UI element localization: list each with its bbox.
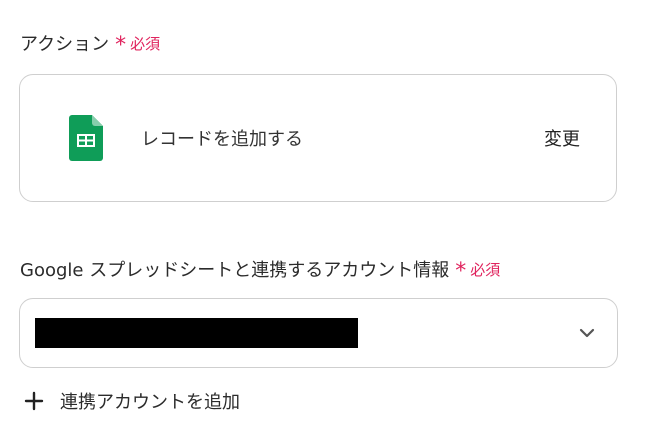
account-select[interactable] <box>19 298 618 368</box>
required-badge: 必須 <box>470 260 501 279</box>
required-asterisk: * <box>455 259 467 284</box>
required-badge: 必須 <box>130 34 161 53</box>
account-section-label: Google スプレッドシートと連携するアカウント情報 * 必須 <box>20 256 501 284</box>
action-label-text: アクション <box>20 34 110 55</box>
redacted-account-value <box>35 318 358 348</box>
google-sheets-icon <box>69 115 103 161</box>
account-label-text: Google スプレッドシートと連携するアカウント情報 <box>20 260 450 281</box>
add-account-label: 連携アカウントを追加 <box>60 392 240 413</box>
action-section-label: アクション * 必須 <box>20 30 161 58</box>
action-card: レコードを追加する 変更 <box>19 74 617 202</box>
chevron-down-icon[interactable] <box>577 323 597 343</box>
plus-icon <box>24 391 44 411</box>
change-button[interactable]: 変更 <box>544 125 580 151</box>
required-asterisk: * <box>115 33 127 58</box>
action-name: レコードを追加する <box>141 129 303 150</box>
add-account-button[interactable]: 連携アカウントを追加 <box>24 388 240 414</box>
